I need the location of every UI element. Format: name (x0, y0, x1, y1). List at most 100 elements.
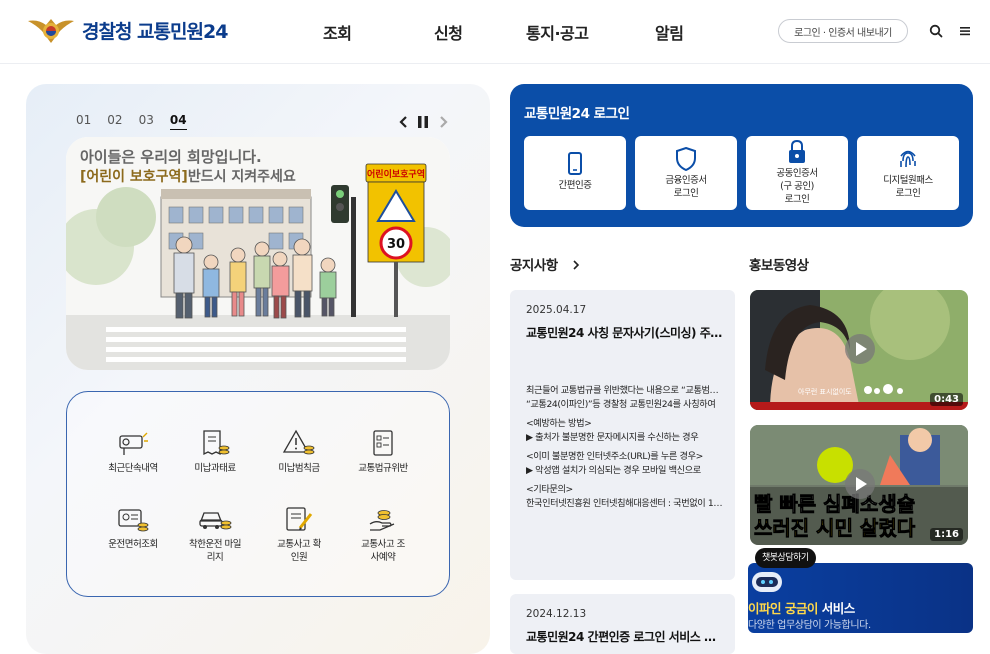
chevron-right-icon (573, 260, 580, 270)
notice-title: 교통민원24 사칭 문자사기(스미싱) 주의 안내 (526, 326, 726, 340)
quick-menu-label: 교통사고 확인원 (277, 539, 321, 563)
carousel-indicator-active[interactable]: 04 (169, 113, 187, 130)
quick-unpaid-penalty[interactable]: 미납범칙금 (255, 428, 343, 475)
login-financial-cert-button[interactable]: 금융인증서 로그인 (635, 136, 737, 210)
license-card-icon (118, 509, 149, 532)
notice-body-line: ▶ 출처가 불분명한 문자메시지를 수신하는 경우 (526, 431, 699, 443)
quick-license-inquiry[interactable]: 운전면허조회 (89, 504, 177, 551)
carousel-indicator[interactable]: 01 (76, 113, 91, 130)
notice-date: 2024.12.13 (526, 608, 587, 620)
warning-coin-icon (282, 429, 315, 455)
document-pen-icon (286, 507, 313, 531)
notice-body: 최근들어 교통법규를 위반했다는 내용으로 “교통범칙금 “교통24(이파인)”… (526, 384, 724, 510)
carousel-banner[interactable]: 어린이보호구역 30 아이들은 우리의 희망입니다. [어린이 보호구역]반드시… (66, 137, 450, 370)
notice-section-title[interactable]: 공지사항 (510, 254, 582, 274)
video-duration: 1:16 (930, 528, 963, 541)
quick-accident-reservation[interactable]: 교통사고 조사예약 (339, 504, 427, 564)
banner-subline-rest: 반드시 지켜주세요 (188, 168, 296, 185)
chatbot-robot-icon (752, 572, 782, 592)
login-option-label: 간편인증 (558, 180, 592, 191)
notice-date: 2025.04.17 (526, 304, 587, 316)
carousel-indicators: 01 02 03 04 (76, 113, 187, 130)
login-option-label: 디지털원패스 (883, 175, 933, 186)
search-icon[interactable] (928, 23, 944, 39)
login-option-label: 로그인 (784, 194, 810, 205)
chatbot-tooltip[interactable]: 챗봇상담하기 (755, 548, 816, 568)
site-header: 경찰청 교통민원24 조회 신청 통지·공고 알림 로그인 · 인증서 내보내기 (0, 0, 990, 64)
login-digital-onepass-button[interactable]: 디지털원패스 로그인 (857, 136, 959, 210)
banner-subline-highlight: [어린이 보호구역] (80, 168, 188, 185)
notice-body-line: “교통24(이파인)”등 경찰청 교통민원24를 사칭하여 (526, 398, 716, 410)
nav-alerts[interactable]: 알림 (655, 20, 684, 44)
chatbot-title-highlight: 이파인 궁금이 (748, 601, 818, 616)
lock-icon (789, 140, 805, 163)
login-simple-auth-button[interactable]: 간편인증 (524, 136, 626, 210)
notice-card[interactable]: 2024.12.13 교통민원24 간편인증 로그인 서비스 추가 안내 (510, 594, 735, 654)
notice-title-text: 공지사항 (510, 258, 558, 274)
quick-menu-label: 교통법규위반 (358, 463, 408, 474)
hand-coin-icon (369, 510, 395, 531)
login-option-label: 로그인 (895, 188, 921, 199)
carousel-indicator[interactable]: 03 (139, 113, 154, 130)
quick-menu-label: 최근단속내역 (108, 463, 158, 474)
chatbot-banner[interactable]: 이파인 궁금이 서비스 다양한 업무상담이 가능합니다. (748, 563, 973, 633)
chatbot-title: 이파인 궁금이 서비스 (748, 598, 855, 617)
quick-menu-label: 착한운전 마일리지 (189, 539, 241, 563)
school-zone-sign-text: 어린이보호구역 (367, 168, 425, 180)
notice-card[interactable]: 2025.04.17 교통민원24 사칭 문자사기(스미싱) 주의 안내 최근들… (510, 290, 735, 580)
notice-body-line: <기타문의> (526, 484, 573, 495)
login-option-label: (구 공인) (780, 181, 814, 192)
login-export-button[interactable]: 로그인 · 인증서 내보내기 (778, 19, 908, 43)
nav-apply[interactable]: 신청 (434, 20, 463, 44)
speed-limit-text: 30 (387, 237, 405, 252)
quick-accident-certificate[interactable]: 교통사고 확인원 (255, 504, 343, 564)
nav-inquiry[interactable]: 조회 (323, 20, 352, 44)
login-option-label: 금융인증서 (665, 175, 707, 186)
play-icon[interactable] (845, 334, 875, 364)
video-headline: 쓰러진 시민 살렸다 (754, 516, 916, 540)
quick-recent-enforcement[interactable]: 최근단속내역 (89, 428, 177, 475)
video-headline: 빨 빠른 심폐소생술 (754, 492, 915, 516)
nav-notice[interactable]: 통지·공고 (526, 20, 589, 44)
quick-menu: 최근단속내역 미납과태료 미납범칙금 교통법규위반 운전면허조회 착한운전 마일… (66, 391, 450, 597)
banner-headline: 아이들은 우리의 희망입니다. (80, 148, 262, 166)
notice-body-line: 한국인터넷진흥원 인터넷침해대응센터 : 국번없이 118 (526, 497, 724, 509)
notice-title: 교통민원24 간편인증 로그인 서비스 추가 안내 (526, 630, 726, 644)
chatbot-subtitle: 다양한 업무상담이 가능합니다. (748, 620, 871, 631)
chatbot-title-rest: 서비스 (817, 601, 856, 616)
car-coin-icon (199, 512, 232, 530)
video-thumbnail[interactable]: 빨 빠른 심폐소생술 쓰러진 시민 살렸다 1:16 (750, 425, 968, 545)
quick-traffic-violation[interactable]: 교통법규위반 (339, 428, 427, 475)
video-thumbnail[interactable]: 아무런 표시없이도 0:43 (750, 290, 968, 410)
fingerprint-icon (900, 150, 916, 168)
quick-menu-label: 운전면허조회 (108, 539, 158, 550)
hamburger-menu-icon[interactable] (957, 23, 973, 39)
login-panel-title: 교통민원24 로그인 (524, 106, 630, 122)
chevron-right-icon[interactable] (435, 114, 451, 130)
quick-good-driving-mileage[interactable]: 착한운전 마일리지 (171, 504, 259, 564)
chevron-left-icon[interactable] (396, 114, 412, 130)
carousel-indicator[interactable]: 02 (107, 113, 122, 130)
banner-subline: [어린이 보호구역]반드시 지켜주세요 (80, 168, 296, 185)
notice-body-line: <이미 불분명한 인터넷주소(URL)를 누른 경우> (526, 451, 703, 462)
video-duration: 0:43 (930, 393, 963, 406)
pause-icon[interactable] (415, 114, 431, 130)
receipt-coin-icon (203, 430, 230, 456)
camera-icon (119, 432, 148, 455)
video-caption: 아무런 표시없이도 (798, 387, 852, 396)
quick-unpaid-fine[interactable]: 미납과태료 (171, 428, 259, 475)
quick-menu-label: 미납범칙금 (278, 463, 320, 474)
school-zone-illustration: 어린이보호구역 30 아이들은 우리의 희망입니다. [어린이 보호구역]반드시… (66, 137, 450, 370)
notice-body-line: <예방하는 방법> (526, 418, 592, 429)
quick-menu-label: 교통사고 조사예약 (361, 539, 405, 563)
shield-icon (676, 147, 696, 171)
mobile-phone-icon (568, 152, 582, 175)
login-joint-cert-button[interactable]: 공동인증서 (구 공인) 로그인 (746, 136, 848, 210)
notice-body-line: ▶ 악성앱 설치가 의심되는 경우 모바일 백신으로 (526, 464, 701, 476)
login-option-label: 로그인 (673, 188, 699, 199)
document-check-icon (373, 430, 393, 456)
login-option-label: 공동인증서 (776, 168, 818, 179)
play-icon[interactable] (845, 469, 875, 499)
video-section-title: 홍보동영상 (749, 258, 809, 274)
notice-body-line: 최근들어 교통법규를 위반했다는 내용으로 “교통범칙금 (526, 385, 724, 396)
